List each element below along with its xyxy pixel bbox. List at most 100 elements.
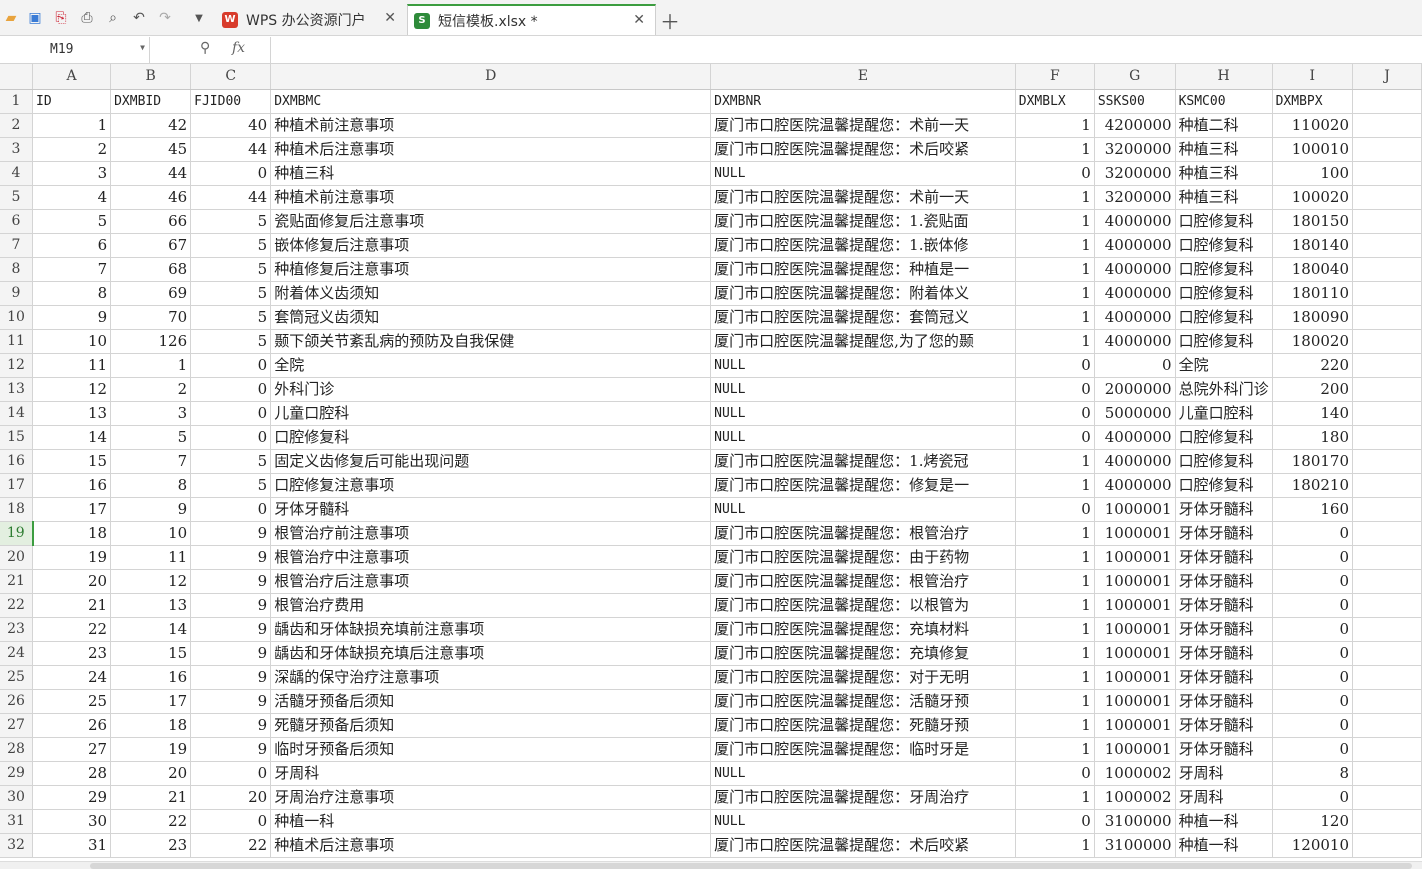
table-cell[interactable]: 厦门市口腔医院温馨提醒您：根管治疗 xyxy=(710,521,1016,546)
table-cell[interactable]: 15 xyxy=(110,641,192,666)
table-cell[interactable]: 牙体牙髓科 xyxy=(1175,737,1273,762)
table-cell[interactable]: 口腔修复科 xyxy=(1175,305,1273,330)
table-cell[interactable]: 28 xyxy=(32,761,112,786)
table-cell[interactable]: 厦门市口腔医院温馨提醒您：牙周治疗 xyxy=(710,785,1016,810)
table-cell[interactable]: 180040 xyxy=(1272,257,1354,282)
table-cell[interactable]: 0 xyxy=(1015,809,1095,834)
row-header[interactable]: 21 xyxy=(0,569,33,594)
table-cell[interactable]: 厦门市口腔医院温馨提醒您：1.烤瓷冠 xyxy=(710,449,1016,474)
table-cell[interactable]: 18 xyxy=(110,713,192,738)
table-cell[interactable]: NULL xyxy=(710,377,1016,402)
table-cell[interactable]: 30 xyxy=(32,809,112,834)
table-cell[interactable]: 0 xyxy=(1272,545,1354,570)
table-cell[interactable]: 0 xyxy=(190,401,272,426)
table-cell[interactable]: 根管治疗后注意事项 xyxy=(270,569,712,594)
row-header[interactable]: 18 xyxy=(0,497,33,522)
table-cell[interactable]: 6 xyxy=(32,233,112,258)
table-cell[interactable]: 9 xyxy=(32,305,112,330)
table-cell[interactable]: 0 xyxy=(1272,617,1354,642)
table-cell[interactable]: 2 xyxy=(110,377,192,402)
header-cell[interactable]: ID xyxy=(32,89,112,114)
table-cell[interactable]: 厦门市口腔医院温馨提醒您：活髓牙预 xyxy=(710,689,1016,714)
row-header[interactable]: 23 xyxy=(0,617,33,642)
table-cell[interactable]: 5 xyxy=(190,449,272,474)
row-header[interactable]: 27 xyxy=(0,713,33,738)
table-cell[interactable]: 厦门市口腔医院温馨提醒您：由于药物 xyxy=(710,545,1016,570)
table-cell[interactable]: 1 xyxy=(1015,545,1095,570)
table-cell[interactable]: 5 xyxy=(190,281,272,306)
table-cell[interactable]: 100 xyxy=(1272,161,1354,186)
table-cell[interactable]: 180020 xyxy=(1272,329,1354,354)
table-cell[interactable]: 4 xyxy=(32,185,112,210)
table-cell[interactable]: 21 xyxy=(110,785,192,810)
table-cell[interactable]: 29 xyxy=(32,785,112,810)
table-cell[interactable] xyxy=(1352,473,1422,498)
header-cell[interactable]: SSKS00 xyxy=(1094,89,1176,114)
row-header[interactable]: 4 xyxy=(0,161,33,186)
table-cell[interactable]: 种植术前注意事项 xyxy=(270,185,712,210)
table-cell[interactable]: 附着体义齿须知 xyxy=(270,281,712,306)
table-cell[interactable]: 龋齿和牙体缺损充填前注意事项 xyxy=(270,617,712,642)
chevron-down-icon[interactable]: ▼ xyxy=(140,43,145,52)
table-cell[interactable]: 5 xyxy=(190,305,272,330)
table-cell[interactable]: 22 xyxy=(190,833,272,858)
table-cell[interactable]: 全院 xyxy=(1175,353,1273,378)
table-cell[interactable]: 1 xyxy=(1015,305,1095,330)
table-cell[interactable]: 9 xyxy=(190,665,272,690)
header-cell[interactable]: FJID00 xyxy=(190,89,272,114)
table-cell[interactable]: 1 xyxy=(1015,449,1095,474)
table-cell[interactable]: 9 xyxy=(110,497,192,522)
table-cell[interactable]: 9 xyxy=(190,737,272,762)
table-cell[interactable]: 1 xyxy=(1015,113,1095,138)
table-cell[interactable]: 厦门市口腔医院温馨提醒您：1.瓷贴面 xyxy=(710,209,1016,234)
table-cell[interactable]: 23 xyxy=(110,833,192,858)
table-cell[interactable]: 0 xyxy=(190,161,272,186)
table-cell[interactable] xyxy=(1352,809,1422,834)
table-cell[interactable]: 口腔修复科 xyxy=(1175,281,1273,306)
table-cell[interactable]: 40 xyxy=(190,113,272,138)
table-cell[interactable]: 0 xyxy=(1094,353,1176,378)
table-cell[interactable] xyxy=(1352,281,1422,306)
table-cell[interactable]: 厦门市口腔医院温馨提醒您：术前一天 xyxy=(710,185,1016,210)
row-header[interactable]: 29 xyxy=(0,761,33,786)
undo-icon[interactable]: ↶ xyxy=(130,9,148,27)
table-cell[interactable] xyxy=(1352,137,1422,162)
table-cell[interactable]: 25 xyxy=(32,689,112,714)
column-header-c[interactable]: C xyxy=(190,64,272,90)
table-cell[interactable]: 12 xyxy=(110,569,192,594)
table-cell[interactable]: 种植一科 xyxy=(270,809,712,834)
table-cell[interactable]: 口腔修复科 xyxy=(1175,209,1273,234)
table-cell[interactable]: 12 xyxy=(32,377,112,402)
table-cell[interactable]: 8 xyxy=(32,281,112,306)
table-cell[interactable]: 7 xyxy=(32,257,112,282)
table-cell[interactable]: NULL xyxy=(710,161,1016,186)
table-cell[interactable]: 3200000 xyxy=(1094,185,1176,210)
table-cell[interactable]: 9 xyxy=(190,545,272,570)
table-cell[interactable]: 牙体牙髓科 xyxy=(1175,593,1273,618)
table-cell[interactable] xyxy=(1352,233,1422,258)
table-cell[interactable]: 3 xyxy=(32,161,112,186)
table-cell[interactable] xyxy=(1352,113,1422,138)
table-cell[interactable]: 220 xyxy=(1272,353,1354,378)
table-cell[interactable]: 0 xyxy=(190,425,272,450)
table-cell[interactable]: 口腔修复科 xyxy=(270,425,712,450)
table-cell[interactable]: 0 xyxy=(1272,737,1354,762)
table-cell[interactable]: NULL xyxy=(710,497,1016,522)
table-cell[interactable]: 200 xyxy=(1272,377,1354,402)
table-cell[interactable]: 0 xyxy=(1015,425,1095,450)
table-cell[interactable]: 嵌体修复后注意事项 xyxy=(270,233,712,258)
table-cell[interactable] xyxy=(1352,377,1422,402)
table-cell[interactable]: 固定义齿修复后可能出现问题 xyxy=(270,449,712,474)
table-cell[interactable]: 1 xyxy=(1015,665,1095,690)
row-header[interactable]: 1 xyxy=(0,89,33,114)
table-cell[interactable] xyxy=(1352,257,1422,282)
table-cell[interactable]: 4000000 xyxy=(1094,209,1176,234)
row-header[interactable]: 9 xyxy=(0,281,33,306)
dropdown-arrow-icon[interactable]: ▼ xyxy=(190,9,208,27)
table-cell[interactable]: 9 xyxy=(190,569,272,594)
row-header[interactable]: 14 xyxy=(0,401,33,426)
row-header[interactable]: 28 xyxy=(0,737,33,762)
table-cell[interactable]: 厦门市口腔医院温馨提醒您：充填修复 xyxy=(710,641,1016,666)
table-cell[interactable]: 牙体牙髓科 xyxy=(1175,713,1273,738)
table-cell[interactable]: 根管治疗前注意事项 xyxy=(270,521,712,546)
